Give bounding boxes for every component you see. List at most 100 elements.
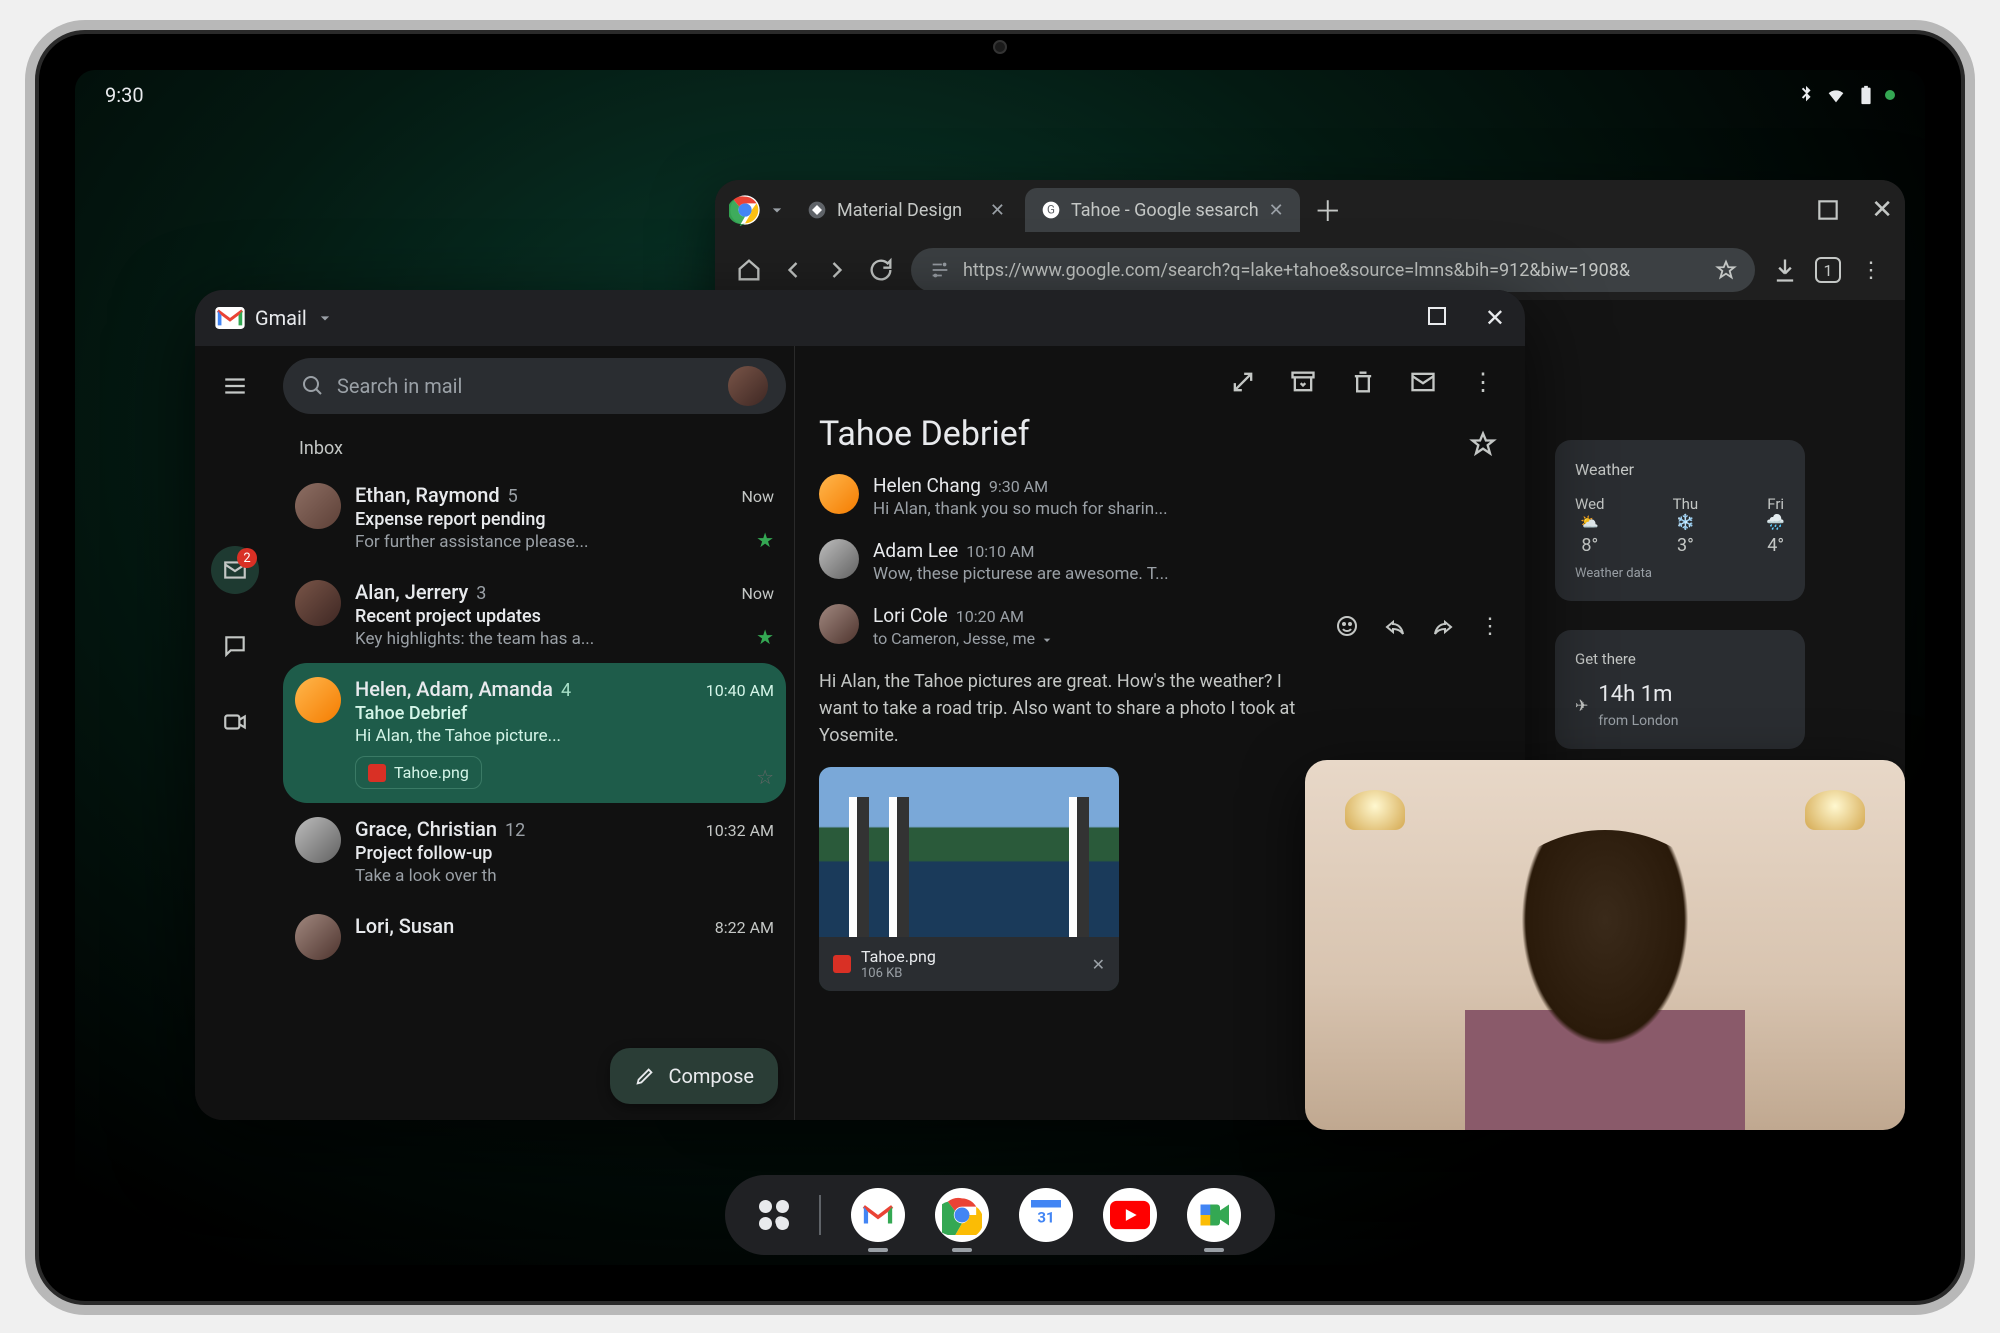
mail-rail-icon[interactable]: 2 <box>211 546 259 594</box>
inbox-label: Inbox <box>283 428 786 469</box>
weather-day: Wed⛅8° <box>1575 495 1605 556</box>
emoji-icon[interactable] <box>1335 614 1359 638</box>
star-outline-icon[interactable] <box>1715 259 1737 281</box>
more-vert-icon[interactable]: ⋮ <box>1857 256 1885 284</box>
chat-rail-icon[interactable] <box>211 622 259 670</box>
travel-duration: 14h 1m <box>1598 682 1678 707</box>
tab-count-icon[interactable]: 1 <box>1815 257 1841 283</box>
thread-message[interactable]: Adam Lee10:10 AM Wow, these picturese ar… <box>819 539 1501 584</box>
email-item[interactable]: Alan, Jerrery3Now Recent project updates… <box>283 566 786 663</box>
sender-name: Helen, Adam, Amanda <box>355 677 553 701</box>
chevron-down-icon[interactable] <box>315 308 335 328</box>
tab-close-icon[interactable]: ✕ <box>1269 200 1284 221</box>
photo-attachment[interactable]: Tahoe.png 106 KB ✕ <box>819 767 1119 991</box>
taskbar-chrome[interactable] <box>935 1188 989 1242</box>
maximize-icon[interactable] <box>1815 197 1841 223</box>
thread-count: 3 <box>476 583 486 604</box>
expand-icon[interactable] <box>1229 368 1257 396</box>
msg-sender: Adam Lee <box>873 539 958 562</box>
star-outline-icon[interactable]: ☆ <box>756 765 774 789</box>
email-preview: Key highlights: the team has a... <box>355 629 774 649</box>
close-window-icon[interactable]: ✕ <box>1485 304 1505 332</box>
gmail-titlebar[interactable]: Gmail ✕ <box>195 290 1525 346</box>
trash-icon[interactable] <box>1349 368 1377 396</box>
close-window-icon[interactable]: ✕ <box>1871 195 1893 225</box>
star-icon[interactable]: ★ <box>756 625 774 649</box>
msg-time: 9:30 AM <box>989 477 1048 496</box>
menu-icon[interactable] <box>211 362 259 410</box>
travel-card[interactable]: Get there ✈ 14h 1m from London <box>1555 630 1805 749</box>
profile-avatar[interactable] <box>728 366 768 406</box>
wifi-icon <box>1825 84 1847 106</box>
browser-tab[interactable]: Material Design ✕ <box>791 188 1021 232</box>
msg-recipients: to Cameron, Jesse, me <box>873 629 1035 648</box>
email-item-selected[interactable]: Helen, Adam, Amanda410:40 AM Tahoe Debri… <box>283 663 786 803</box>
thread-message-expanded[interactable]: Lori Cole10:20 AM to Cameron, Jesse, me … <box>819 604 1501 648</box>
material-favicon-icon <box>807 200 827 220</box>
pencil-icon <box>634 1065 656 1087</box>
back-icon[interactable] <box>779 256 807 284</box>
taskbar: 31 <box>725 1175 1275 1255</box>
chrome-app-icon[interactable] <box>727 192 763 228</box>
url-text: https://www.google.com/search?q=lake+tah… <box>963 260 1630 281</box>
all-apps-button[interactable] <box>759 1200 789 1230</box>
forward-icon[interactable] <box>823 256 851 284</box>
home-icon[interactable] <box>735 256 763 284</box>
sender-avatar <box>295 483 341 529</box>
tab-title: Material Design <box>837 200 962 221</box>
video-pip[interactable] <box>1305 760 1905 1130</box>
new-tab-icon[interactable]: ＋ <box>1314 196 1342 224</box>
travel-title: Get there <box>1575 650 1785 668</box>
lamp-decor <box>1805 790 1865 830</box>
chevron-down-icon[interactable] <box>767 200 787 220</box>
more-vert-icon[interactable]: ⋮ <box>1479 614 1501 639</box>
email-item[interactable]: Ethan, Raymond5Now Expense report pendin… <box>283 469 786 566</box>
email-time: 10:40 AM <box>706 681 774 700</box>
compose-button[interactable]: Compose <box>610 1048 778 1104</box>
detail-toolbar: ⋮ <box>819 362 1501 414</box>
email-time: Now <box>741 487 774 506</box>
sender-avatar <box>295 817 341 863</box>
search-icon <box>301 374 325 398</box>
email-item[interactable]: Lori, Susan8:22 AM <box>283 900 786 974</box>
reply-icon[interactable] <box>1383 614 1407 638</box>
weather-data-label: Weather data <box>1575 566 1785 581</box>
taskbar-calendar[interactable]: 31 <box>1019 1188 1073 1242</box>
taskbar-youtube[interactable] <box>1103 1188 1157 1242</box>
meet-rail-icon[interactable] <box>211 698 259 746</box>
site-settings-icon[interactable] <box>929 259 951 281</box>
email-preview: Hi Alan, the Tahoe picture... <box>355 726 774 746</box>
taskbar-gmail[interactable] <box>851 1188 905 1242</box>
download-icon[interactable] <box>1771 256 1799 284</box>
thread-message[interactable]: Helen Chang9:30 AM Hi Alan, thank you so… <box>819 474 1501 519</box>
forward-arrow-icon[interactable] <box>1431 614 1455 638</box>
star-outline-icon[interactable] <box>1469 430 1497 458</box>
attachment-filename: Tahoe.png <box>861 947 936 966</box>
bluetooth-icon <box>1795 84 1817 106</box>
search-input[interactable]: Search in mail <box>283 358 786 414</box>
sender-avatar <box>819 474 859 514</box>
address-bar[interactable]: https://www.google.com/search?q=lake+tah… <box>911 248 1755 292</box>
tab-close-icon[interactable]: ✕ <box>990 200 1005 221</box>
chevron-down-icon[interactable] <box>1039 632 1055 648</box>
more-vert-icon[interactable]: ⋮ <box>1469 368 1497 396</box>
email-subject: Recent project updates <box>355 606 774 627</box>
close-icon[interactable]: ✕ <box>1092 955 1105 974</box>
maximize-icon[interactable] <box>1425 304 1449 328</box>
taskbar-meet[interactable] <box>1187 1188 1241 1242</box>
attachment-chip[interactable]: Tahoe.png <box>355 756 482 789</box>
browser-tab-active[interactable]: G Tahoe - Google sesarch ✕ <box>1025 188 1300 232</box>
reload-icon[interactable] <box>867 256 895 284</box>
photo-preview <box>819 767 1119 937</box>
email-subject: Expense report pending <box>355 509 774 530</box>
email-subject: Tahoe Debrief <box>355 703 774 724</box>
screen: 9:30 Material Design ✕ <box>75 70 1925 1265</box>
weather-card[interactable]: Weather Wed⛅8° Thu❄️3° Fri🌧️4° Weather d… <box>1555 440 1805 601</box>
mark-unread-icon[interactable] <box>1409 368 1437 396</box>
email-item[interactable]: Grace, Christian1210:32 AM Project follo… <box>283 803 786 900</box>
sender-avatar <box>295 677 341 723</box>
attachment-size: 106 KB <box>861 966 936 981</box>
star-icon[interactable]: ★ <box>756 528 774 552</box>
tablet-camera <box>993 40 1007 54</box>
archive-icon[interactable] <box>1289 368 1317 396</box>
